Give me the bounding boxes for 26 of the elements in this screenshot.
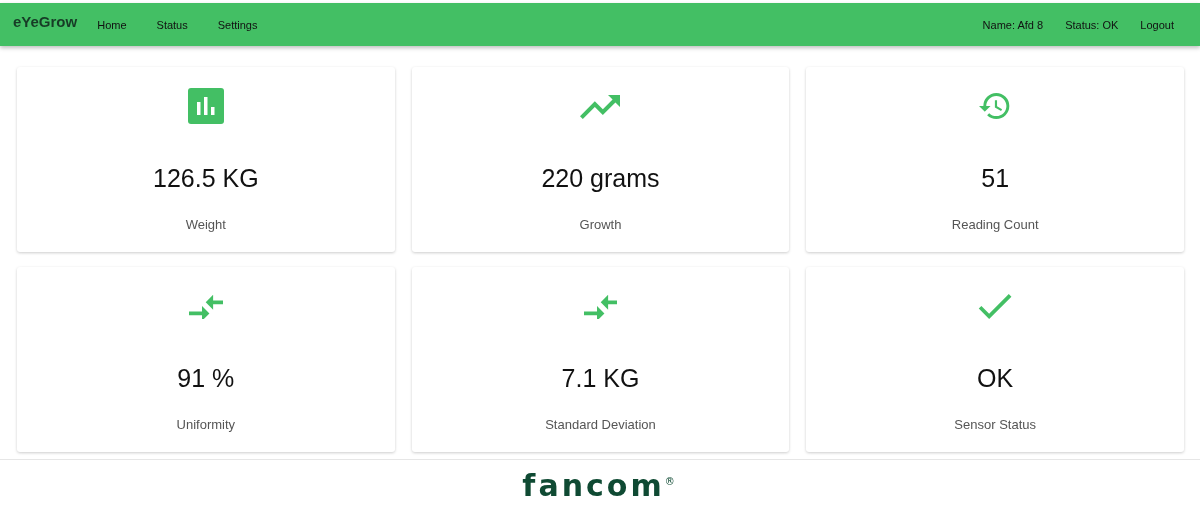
check-icon — [978, 293, 1012, 319]
stat-value: 126.5 KG — [153, 164, 259, 193]
stat-value: 91 % — [177, 364, 235, 393]
stat-value: OK — [977, 364, 1014, 393]
stat-value: 220 grams — [541, 164, 660, 193]
nav-link[interactable]: Settings — [217, 18, 258, 31]
company-logo: fancom$^{®}$ — [522, 468, 678, 503]
brand-name[interactable]: eYeGrow — [13, 13, 78, 30]
trending-up-icon — [580, 93, 621, 119]
stat-value: 7.1 KG — [561, 364, 640, 393]
stat-label: Growth — [579, 217, 622, 232]
stat-label: Weight — [185, 217, 226, 232]
logout-link[interactable]: Logout — [1140, 18, 1174, 31]
nav-link[interactable]: Home — [97, 18, 127, 31]
compare-arrows-icon — [583, 293, 618, 319]
compare-arrows-icon — [189, 293, 223, 319]
status-text: Status: OK — [1065, 18, 1119, 31]
history-icon — [979, 93, 1012, 119]
bar-chart-icon — [187, 88, 224, 124]
stat-label: Sensor Status — [954, 417, 1036, 432]
stat-label: Reading Count — [951, 217, 1039, 232]
stat-value: 51 — [981, 164, 1010, 193]
stat-label: Standard Deviation — [545, 417, 656, 432]
nav-link[interactable]: Status — [156, 18, 188, 31]
stat-label: Uniformity — [176, 417, 236, 432]
user-name: Name: Afd 8 — [982, 18, 1044, 31]
